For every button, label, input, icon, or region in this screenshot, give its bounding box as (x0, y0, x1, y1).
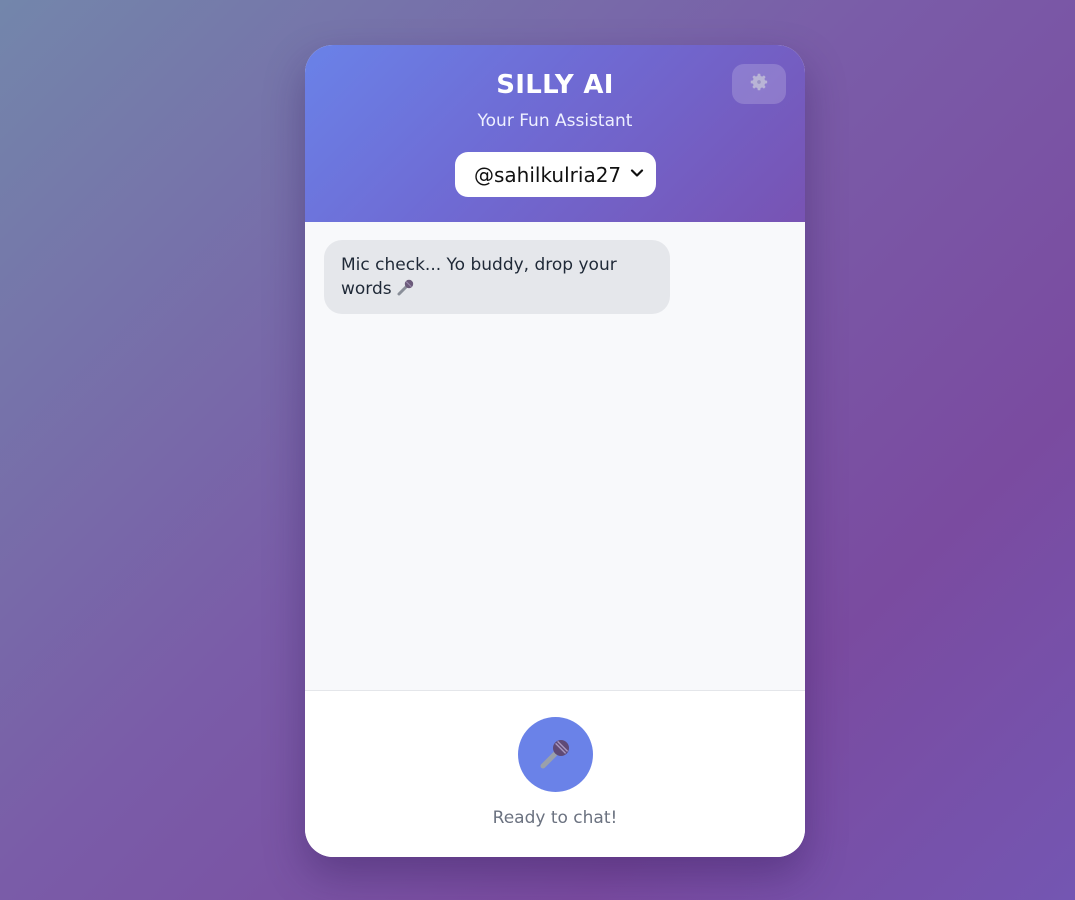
chat-messages-area[interactable]: Mic check... Yo buddy, drop your words (305, 222, 805, 690)
user-select-dropdown[interactable]: @sahilkulria27 (455, 152, 656, 197)
chat-footer: Ready to chat! (305, 690, 805, 857)
gear-icon (748, 71, 770, 97)
microphone-button[interactable] (518, 717, 593, 792)
status-text: Ready to chat! (492, 808, 618, 828)
app-subtitle: Your Fun Assistant (477, 111, 633, 131)
assistant-message-bubble: Mic check... Yo buddy, drop your words (324, 240, 670, 314)
settings-button[interactable] (732, 64, 786, 104)
chat-header: SILLY AI Your Fun Assistant @sahilkulria… (305, 45, 805, 222)
message-text: Mic check... Yo buddy, drop your words (341, 255, 617, 299)
chat-card: SILLY AI Your Fun Assistant @sahilkulria… (305, 45, 805, 857)
user-select-value: @sahilkulria27 (474, 162, 622, 187)
microphone-icon (396, 277, 416, 297)
microphone-icon (537, 734, 575, 776)
app-title: SILLY AI (496, 70, 614, 100)
chevron-down-icon (630, 165, 644, 184)
